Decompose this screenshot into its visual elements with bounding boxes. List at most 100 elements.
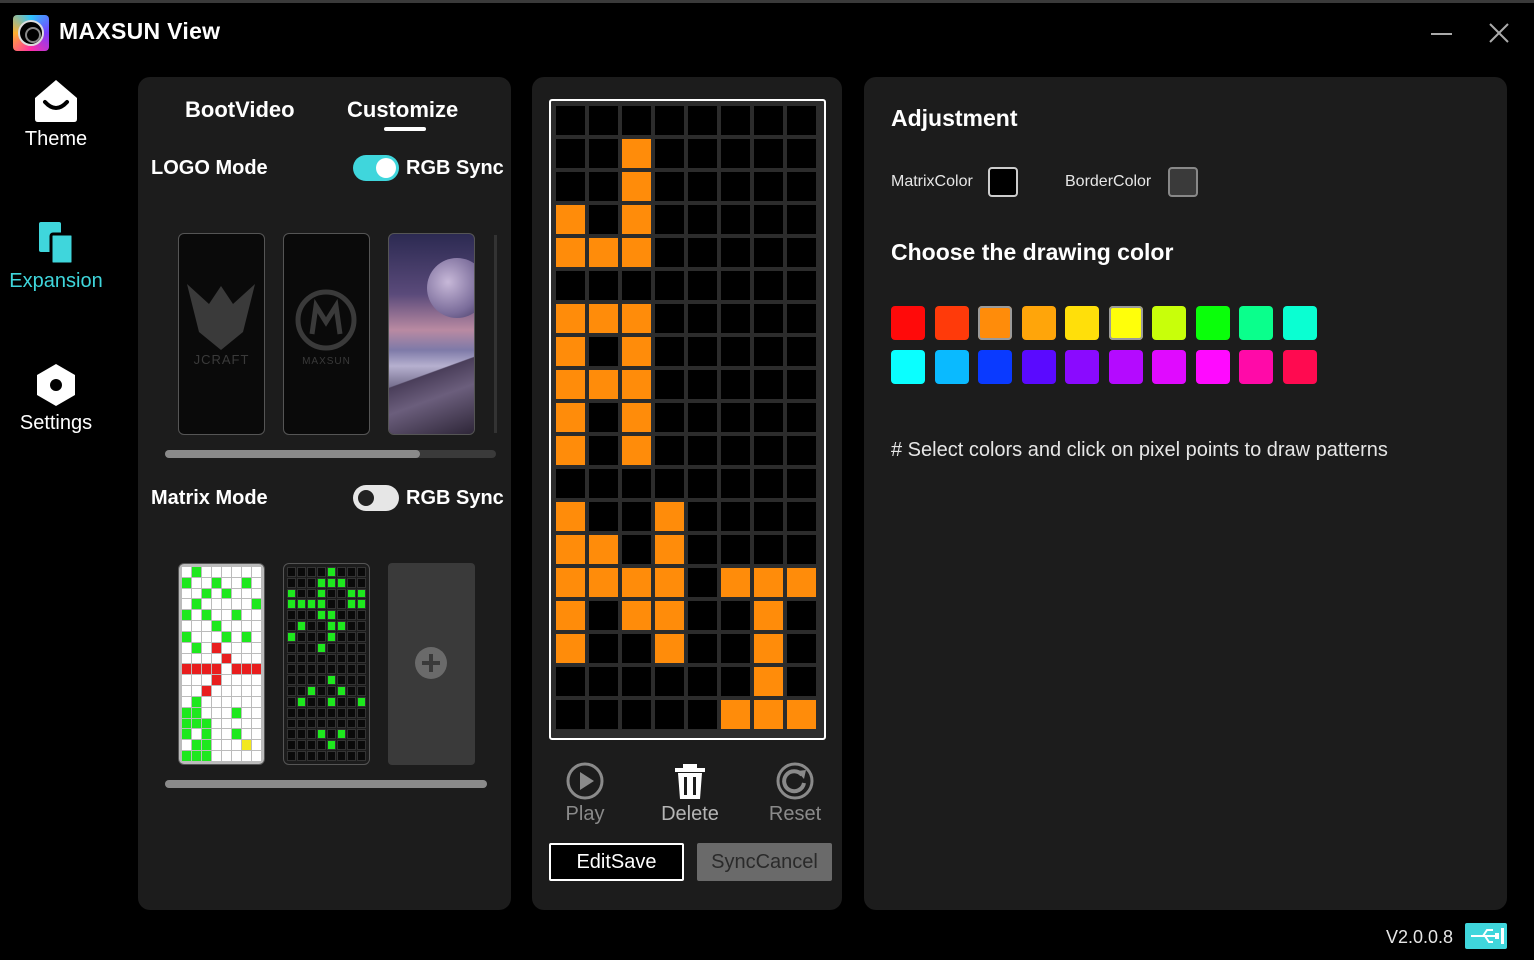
matrix-pixel[interactable] (721, 370, 750, 399)
matrix-pixel[interactable] (622, 700, 651, 729)
matrix-pixel[interactable] (589, 535, 618, 564)
palette-color-swatch[interactable] (1152, 306, 1186, 340)
matrix-pixel[interactable] (688, 700, 717, 729)
matrix-pixel[interactable] (721, 238, 750, 267)
matrix-pixel[interactable] (589, 469, 618, 498)
matrix-pixel[interactable] (754, 370, 783, 399)
matrix-pixel[interactable] (622, 337, 651, 366)
matrix-pixel[interactable] (787, 436, 816, 465)
matrix-pixel[interactable] (556, 139, 585, 168)
matrix-pixel[interactable] (655, 172, 684, 201)
palette-color-swatch[interactable] (1282, 350, 1317, 384)
palette-color-swatch[interactable] (891, 306, 925, 340)
matrix-thumbnail-1[interactable] (178, 563, 265, 765)
usb-icon[interactable] (1465, 923, 1507, 949)
matrix-pixel[interactable] (688, 370, 717, 399)
palette-color-swatch[interactable] (1239, 306, 1273, 340)
palette-color-swatch[interactable] (1065, 350, 1099, 384)
matrix-pixel[interactable] (787, 106, 816, 135)
matrix-pixel[interactable] (556, 172, 585, 201)
matrix-pixel[interactable] (721, 172, 750, 201)
matrix-pixel[interactable] (589, 106, 618, 135)
matrix-pixel[interactable] (655, 139, 684, 168)
palette-color-swatch[interactable] (934, 350, 969, 384)
matrix-pixel[interactable] (721, 601, 750, 630)
matrix-pixel[interactable] (688, 304, 717, 333)
matrix-pixel[interactable] (589, 304, 618, 333)
matrix-pixel[interactable] (655, 304, 684, 333)
matrix-pixel[interactable] (688, 667, 717, 696)
palette-color-swatch[interactable] (978, 350, 1012, 384)
matrix-pixel[interactable] (787, 172, 816, 201)
matrix-pixel[interactable] (754, 601, 783, 630)
matrix-pixel[interactable] (787, 601, 816, 630)
matrix-pixel[interactable] (787, 667, 816, 696)
matrix-pixel[interactable] (556, 634, 585, 663)
matrix-pixel[interactable] (655, 436, 684, 465)
matrix-pixel[interactable] (622, 238, 651, 267)
matrix-pixel[interactable] (622, 634, 651, 663)
edit-save-button[interactable]: EditSave (549, 843, 684, 881)
logo-thumbnails-scrollbar[interactable] (165, 450, 496, 458)
logo-thumbnail-jcraft[interactable]: JCRAFT (178, 233, 265, 435)
matrix-pixel[interactable] (721, 634, 750, 663)
matrix-pixel[interactable] (721, 469, 750, 498)
matrix-pixel[interactable] (721, 700, 750, 729)
minimize-button[interactable] (1427, 18, 1457, 48)
matrix-pixel[interactable] (754, 403, 783, 432)
matrix-pixel[interactable] (622, 535, 651, 564)
matrix-pixel[interactable] (787, 370, 816, 399)
matrix-pixel[interactable] (754, 172, 783, 201)
matrix-pixel[interactable] (589, 403, 618, 432)
matrix-pixel[interactable] (589, 568, 618, 597)
matrix-pixel[interactable] (754, 436, 783, 465)
matrix-pixel[interactable] (754, 667, 783, 696)
play-button[interactable]: Play (545, 761, 625, 826)
matrix-pixel[interactable] (787, 271, 816, 300)
matrix-pixel[interactable] (721, 271, 750, 300)
delete-button[interactable]: Delete (650, 761, 730, 826)
matrix-pixel[interactable] (556, 667, 585, 696)
logo-rgb-sync-toggle[interactable] (353, 155, 399, 181)
matrix-pixel[interactable] (754, 502, 783, 531)
matrix-pixel[interactable] (688, 601, 717, 630)
matrix-pixel[interactable] (556, 403, 585, 432)
matrix-pixel[interactable] (655, 106, 684, 135)
matrix-pixel[interactable] (688, 238, 717, 267)
matrix-pixel[interactable] (556, 370, 585, 399)
matrix-pixel[interactable] (622, 271, 651, 300)
matrix-rgb-sync-toggle[interactable] (353, 485, 399, 511)
matrix-pixel[interactable] (787, 634, 816, 663)
matrix-pixel[interactable] (721, 106, 750, 135)
matrix-pixel[interactable] (721, 139, 750, 168)
matrix-pixel[interactable] (688, 469, 717, 498)
matrix-pixel[interactable] (754, 238, 783, 267)
matrix-pixel[interactable] (721, 304, 750, 333)
matrix-pixel[interactable] (589, 502, 618, 531)
matrix-pixel[interactable] (589, 634, 618, 663)
matrix-pixel[interactable] (622, 568, 651, 597)
matrix-pixel[interactable] (688, 337, 717, 366)
matrix-pixel[interactable] (688, 568, 717, 597)
palette-color-swatch[interactable] (1239, 350, 1273, 384)
matrix-pixel[interactable] (622, 403, 651, 432)
palette-color-swatch[interactable] (1282, 306, 1317, 340)
matrix-pixel[interactable] (787, 337, 816, 366)
matrix-pixel[interactable] (556, 337, 585, 366)
logo-thumbnail-planet[interactable] (388, 233, 475, 435)
matrix-pixel[interactable] (787, 535, 816, 564)
matrix-pixel[interactable] (622, 139, 651, 168)
sidebar-item-expansion[interactable]: Expansion (0, 220, 112, 293)
matrix-pixel[interactable] (721, 337, 750, 366)
sync-cancel-button[interactable]: SyncCancel (697, 843, 832, 881)
matrix-pixel[interactable] (688, 271, 717, 300)
sidebar-item-settings[interactable]: Settings (0, 362, 112, 435)
reset-button[interactable]: Reset (755, 761, 835, 826)
sidebar-item-theme[interactable]: Theme (0, 78, 112, 151)
matrix-pixel[interactable] (754, 271, 783, 300)
matrix-pixel[interactable] (721, 205, 750, 234)
matrix-color-picker[interactable] (988, 167, 1018, 197)
matrix-pixel[interactable] (655, 634, 684, 663)
matrix-pixel[interactable] (622, 370, 651, 399)
matrix-pixel[interactable] (688, 139, 717, 168)
